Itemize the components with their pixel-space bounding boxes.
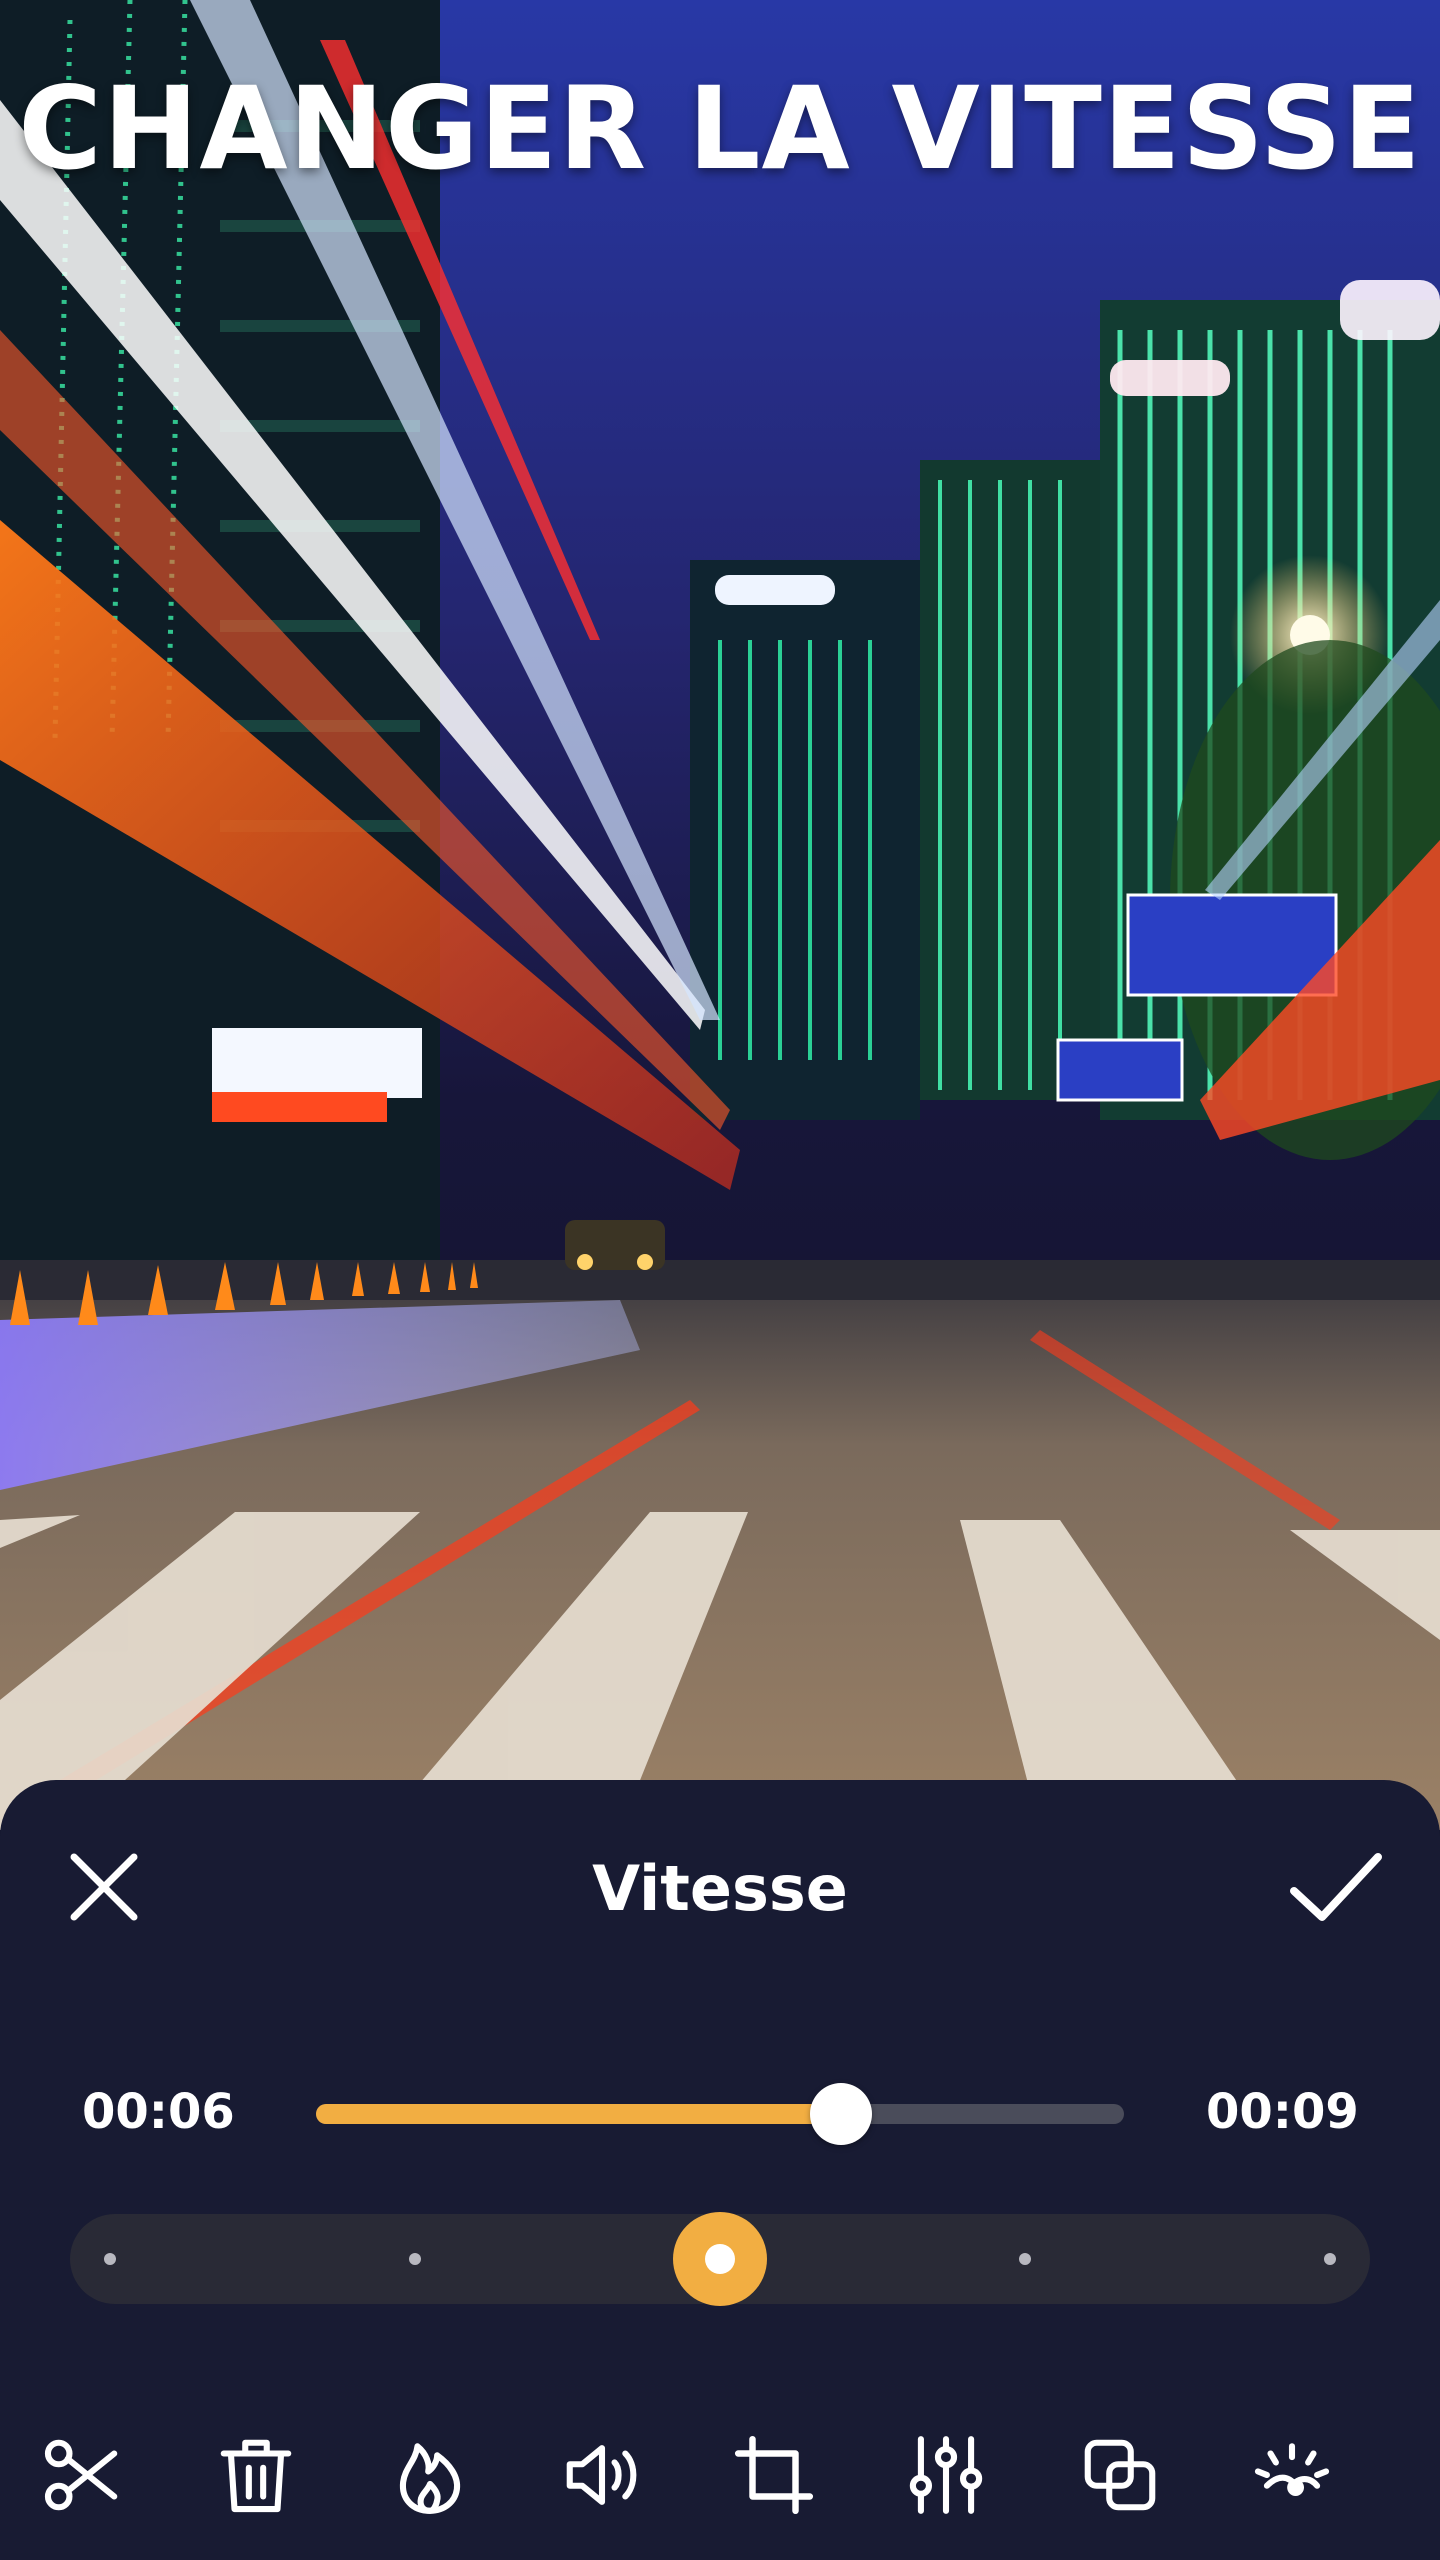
overlay-icon [1084,2439,1156,2511]
crop-tool-button[interactable] [719,2420,829,2530]
crop-icon [734,2435,814,2515]
overlay-tool-button[interactable] [1065,2420,1175,2530]
trash-icon [220,2439,292,2513]
timeline-progress-fill [316,2104,842,2124]
promo-headline: CHANGER LA VITESSE [18,62,1422,195]
close-icon [70,1853,138,1921]
adjust-tool-button[interactable] [891,2420,1001,2530]
speed-stop[interactable] [104,2253,116,2265]
background-photo [0,0,1440,1830]
sparkle-icon [1254,2443,1330,2496]
speed-stop[interactable] [409,2253,421,2265]
total-time: 00:09 [1206,2084,1359,2140]
close-button[interactable] [44,1827,164,1947]
confirm-button[interactable] [1276,1827,1396,1947]
delete-tool-button[interactable] [201,2420,311,2530]
speed-knob[interactable] [673,2212,767,2306]
effects-tool-button[interactable] [375,2420,485,2530]
editing-toolbar [0,2420,1440,2540]
current-time: 00:06 [82,2084,235,2140]
timeline-thumb[interactable] [810,2083,873,2145]
check-icon [1290,1853,1382,1921]
magic-tool-button[interactable] [1237,2420,1347,2530]
flame-icon [399,2443,461,2514]
speed-stop[interactable] [1324,2253,1336,2265]
sheet-title: Vitesse [592,1852,848,1925]
speed-stop[interactable] [1019,2253,1031,2265]
speed-knob-center [705,2244,735,2274]
trim-tool-button[interactable] [27,2420,137,2530]
scissors-icon [44,2439,118,2511]
sliders-icon [909,2436,983,2514]
volume-tool-button[interactable] [547,2420,657,2530]
timeline-slider[interactable] [316,2083,1124,2145]
speed-selector[interactable] [70,2212,1370,2306]
volume-icon [566,2445,637,2505]
